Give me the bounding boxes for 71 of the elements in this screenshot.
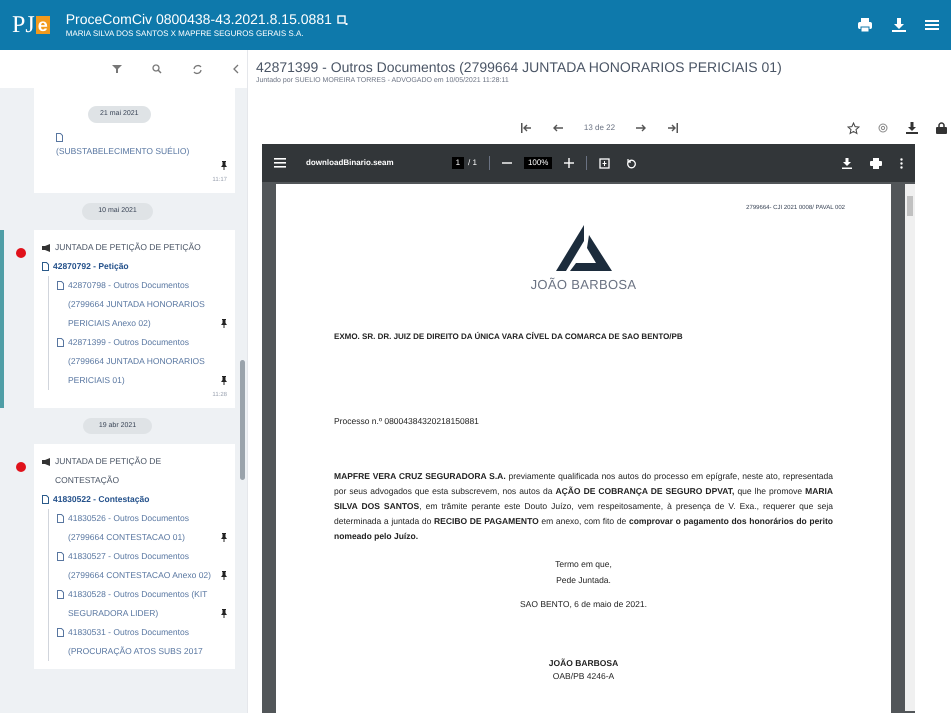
menu-icon[interactable] [274,158,286,168]
collapse-icon[interactable] [233,64,239,74]
closing-line: Termo em que, [555,558,612,572]
bar-registration: OAB/PB 4246-A [552,670,614,682]
megaphone-icon [42,244,51,252]
document-icon [57,552,64,561]
petition-heading: EXMO. SR. DR. JUIZ DE DIREITO DA ÚNICA VARA CÍVEL DA COMARCA DE SAO BENTO/PB [334,330,684,342]
document-link[interactable]: 41830522 - Contestação [53,490,150,509]
process-parties: MARIA SILVA DOS SANTOS X MAPFRE SEGUROS GERAIS S.A. [66,28,305,40]
zoom-in-icon[interactable] [564,158,574,168]
pin-icon[interactable] [221,609,227,618]
copyright-icon[interactable] [878,123,888,133]
pin-icon[interactable] [221,533,227,542]
event-card[interactable] [34,230,235,408]
event-title: JUNTADA DE PETIÇÃO DE CONTESTAÇÃO [55,455,162,487]
law-firm-logo-icon [556,225,612,271]
copy-icon[interactable] [336,13,348,25]
page-number-field[interactable]: 1 [452,157,464,169]
app-logo[interactable]: PJ e [12,8,50,42]
pin-icon[interactable] [221,571,227,580]
event-title: JUNTADA DE PETIÇÃO DE PETIÇÃO [55,240,201,254]
next-icon[interactable] [635,123,648,133]
document-icon [57,514,64,523]
document-icon [57,338,64,346]
place-date: SAO BENTO, 6 de maio de 2021. [520,598,647,611]
download-icon[interactable] [842,158,852,168]
document-link[interactable]: 42870792 - Petição [53,256,129,276]
download-icon[interactable] [906,122,918,134]
zoom-field[interactable]: 100% [524,157,552,169]
document-link[interactable]: 41830531 - Outros Documentos (PROCURAÇÃO ATOS SUBS 2017 [68,623,227,661]
document-icon [56,133,63,142]
document-link[interactable]: 41830526 - Outros Documentos (2799664 CONTESTACAO 01) [68,509,217,547]
petition-body: MAPFRE VERA CRUZ SEGURADORA S.A. previamente qualificada nos autos do processo em epígrafe, neste ato, representada por seus advogados que esta subscrevem, nos autos da AÇÃO DE COBRANÇA DE SEGURO DPVAT, que lhe promove MARIA SILVA DOS SANTOS, em trâmite perante este Douto Juízo, vem respeitosamente, à presença de V. Exa., requerer que seja determinada a juntada do RECIBO DE PAGAMENTO em anexo, com fito de comprovar o pagamento dos honorários do perito nomeado pelo Juízo. [334,470,833,544]
document-link[interactable]: 42871399 - Outros Documentos (2799664 JUNTADA HONORARIOS PERICIAIS 01) [68,332,217,390]
lock-icon[interactable] [936,122,947,134]
document-icon [42,495,49,504]
file-name: downloadBinario.seam [306,157,394,169]
page-position: 13 de 22 [584,122,616,134]
page-count: / 1 [468,157,477,169]
refresh-icon[interactable] [192,64,203,74]
process-title: ProceComCiv 0800438-43.2021.8.15.0881 [66,10,332,28]
document-icon [42,262,49,270]
process-number: Processo n.º 08004384320218150881 [334,414,480,428]
previous-icon[interactable] [552,123,564,133]
document-link[interactable]: (SUBSTABELECIMENTO SUÉLIO) [56,142,190,161]
pin-icon[interactable] [221,318,227,328]
document-icon [57,280,64,290]
pin-icon[interactable] [221,161,227,170]
signer-name: JOÃO BARBOSA [548,657,618,670]
rotate-icon[interactable] [626,158,638,168]
filter-icon[interactable] [112,64,122,74]
first-page-icon[interactable] [520,123,532,133]
document-icon [57,590,64,599]
document-link[interactable]: 41830528 - Outros Documentos (KIT SEGURADORA LIDER) [68,585,217,623]
search-icon[interactable] [152,64,162,74]
megaphone-icon [42,458,51,466]
pin-icon[interactable] [221,376,227,384]
scrollbar[interactable] [240,360,245,480]
last-page-icon[interactable] [667,123,680,133]
fit-page-icon[interactable] [599,158,610,168]
document-link[interactable]: 41830527 - Outros Documentos (2799664 CONTESTACAO Anexo 02) [68,547,217,585]
document-title: 42871399 - Outros Documentos (2799664 JUNTADA HONORARIOS PERICIAIS 01) [256,58,783,76]
law-firm-name: JOÃO BARBOSA [530,276,636,294]
document-link[interactable]: 42870798 - Outros Documentos (2799664 JUNTADA HONORARIOS PERICIAIS Anexo 02) [68,276,217,332]
closing-line: Pede Juntada. [556,574,611,588]
print-icon[interactable] [870,158,882,168]
document-icon [57,628,64,637]
event-card[interactable] [34,444,235,669]
pdf-scrollbar[interactable] [905,184,915,711]
more-icon[interactable] [900,158,903,168]
star-icon[interactable] [847,122,860,134]
